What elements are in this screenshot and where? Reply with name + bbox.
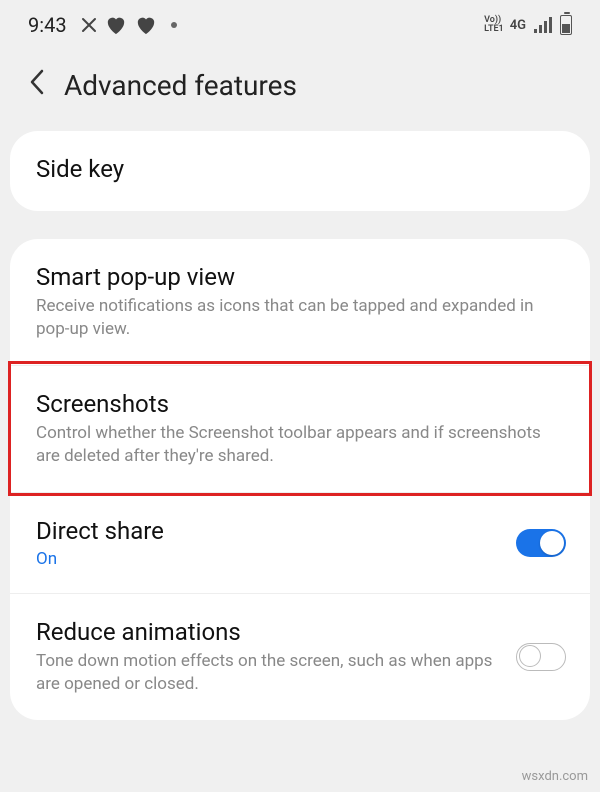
- signal-icon: [534, 17, 552, 33]
- page-title: Advanced features: [64, 69, 297, 102]
- more-notifications-dot: [171, 22, 177, 28]
- reduce-animations-toggle[interactable]: [516, 643, 566, 671]
- item-title: Screenshots: [36, 390, 564, 418]
- close-icon: [81, 17, 97, 33]
- reduce-animations-item[interactable]: Reduce animations Tone down motion effec…: [10, 593, 590, 720]
- screenshots-item[interactable]: Screenshots Control whether the Screensh…: [10, 365, 590, 492]
- volte-indicator: Vo)) LTE1: [484, 16, 504, 34]
- network-type: 4G: [510, 18, 526, 33]
- watermark: wsxdn.com: [522, 769, 588, 784]
- heart-icon: [135, 15, 157, 35]
- item-status: On: [36, 549, 500, 569]
- battery-icon: [560, 15, 572, 35]
- volte-bottom: LTE1: [484, 25, 504, 34]
- item-description: Control whether the Screenshot toolbar a…: [36, 422, 564, 468]
- item-description: Tone down motion effects on the screen, …: [36, 650, 500, 696]
- page-header: Advanced features: [0, 50, 600, 131]
- status-right: Vo)) LTE1 4G: [484, 15, 572, 35]
- clock: 9:43: [28, 13, 67, 37]
- status-left: 9:43: [28, 13, 177, 37]
- item-title: Reduce animations: [36, 618, 500, 646]
- settings-card: Side key: [10, 131, 590, 211]
- heart-icon: [105, 15, 127, 35]
- status-bar: 9:43 Vo)) LTE1 4G: [0, 0, 600, 50]
- direct-share-toggle[interactable]: [516, 529, 566, 557]
- side-key-item[interactable]: Side key: [10, 131, 590, 211]
- smart-popup-item[interactable]: Smart pop-up view Receive notifications …: [10, 239, 590, 365]
- item-title: Smart pop-up view: [36, 263, 564, 291]
- settings-card: Smart pop-up view Receive notifications …: [10, 239, 590, 720]
- item-description: Receive notifications as icons that can …: [36, 295, 564, 341]
- item-title: Side key: [36, 155, 564, 183]
- back-icon[interactable]: [28, 68, 46, 103]
- item-title: Direct share: [36, 517, 500, 545]
- direct-share-item[interactable]: Direct share On: [10, 492, 590, 593]
